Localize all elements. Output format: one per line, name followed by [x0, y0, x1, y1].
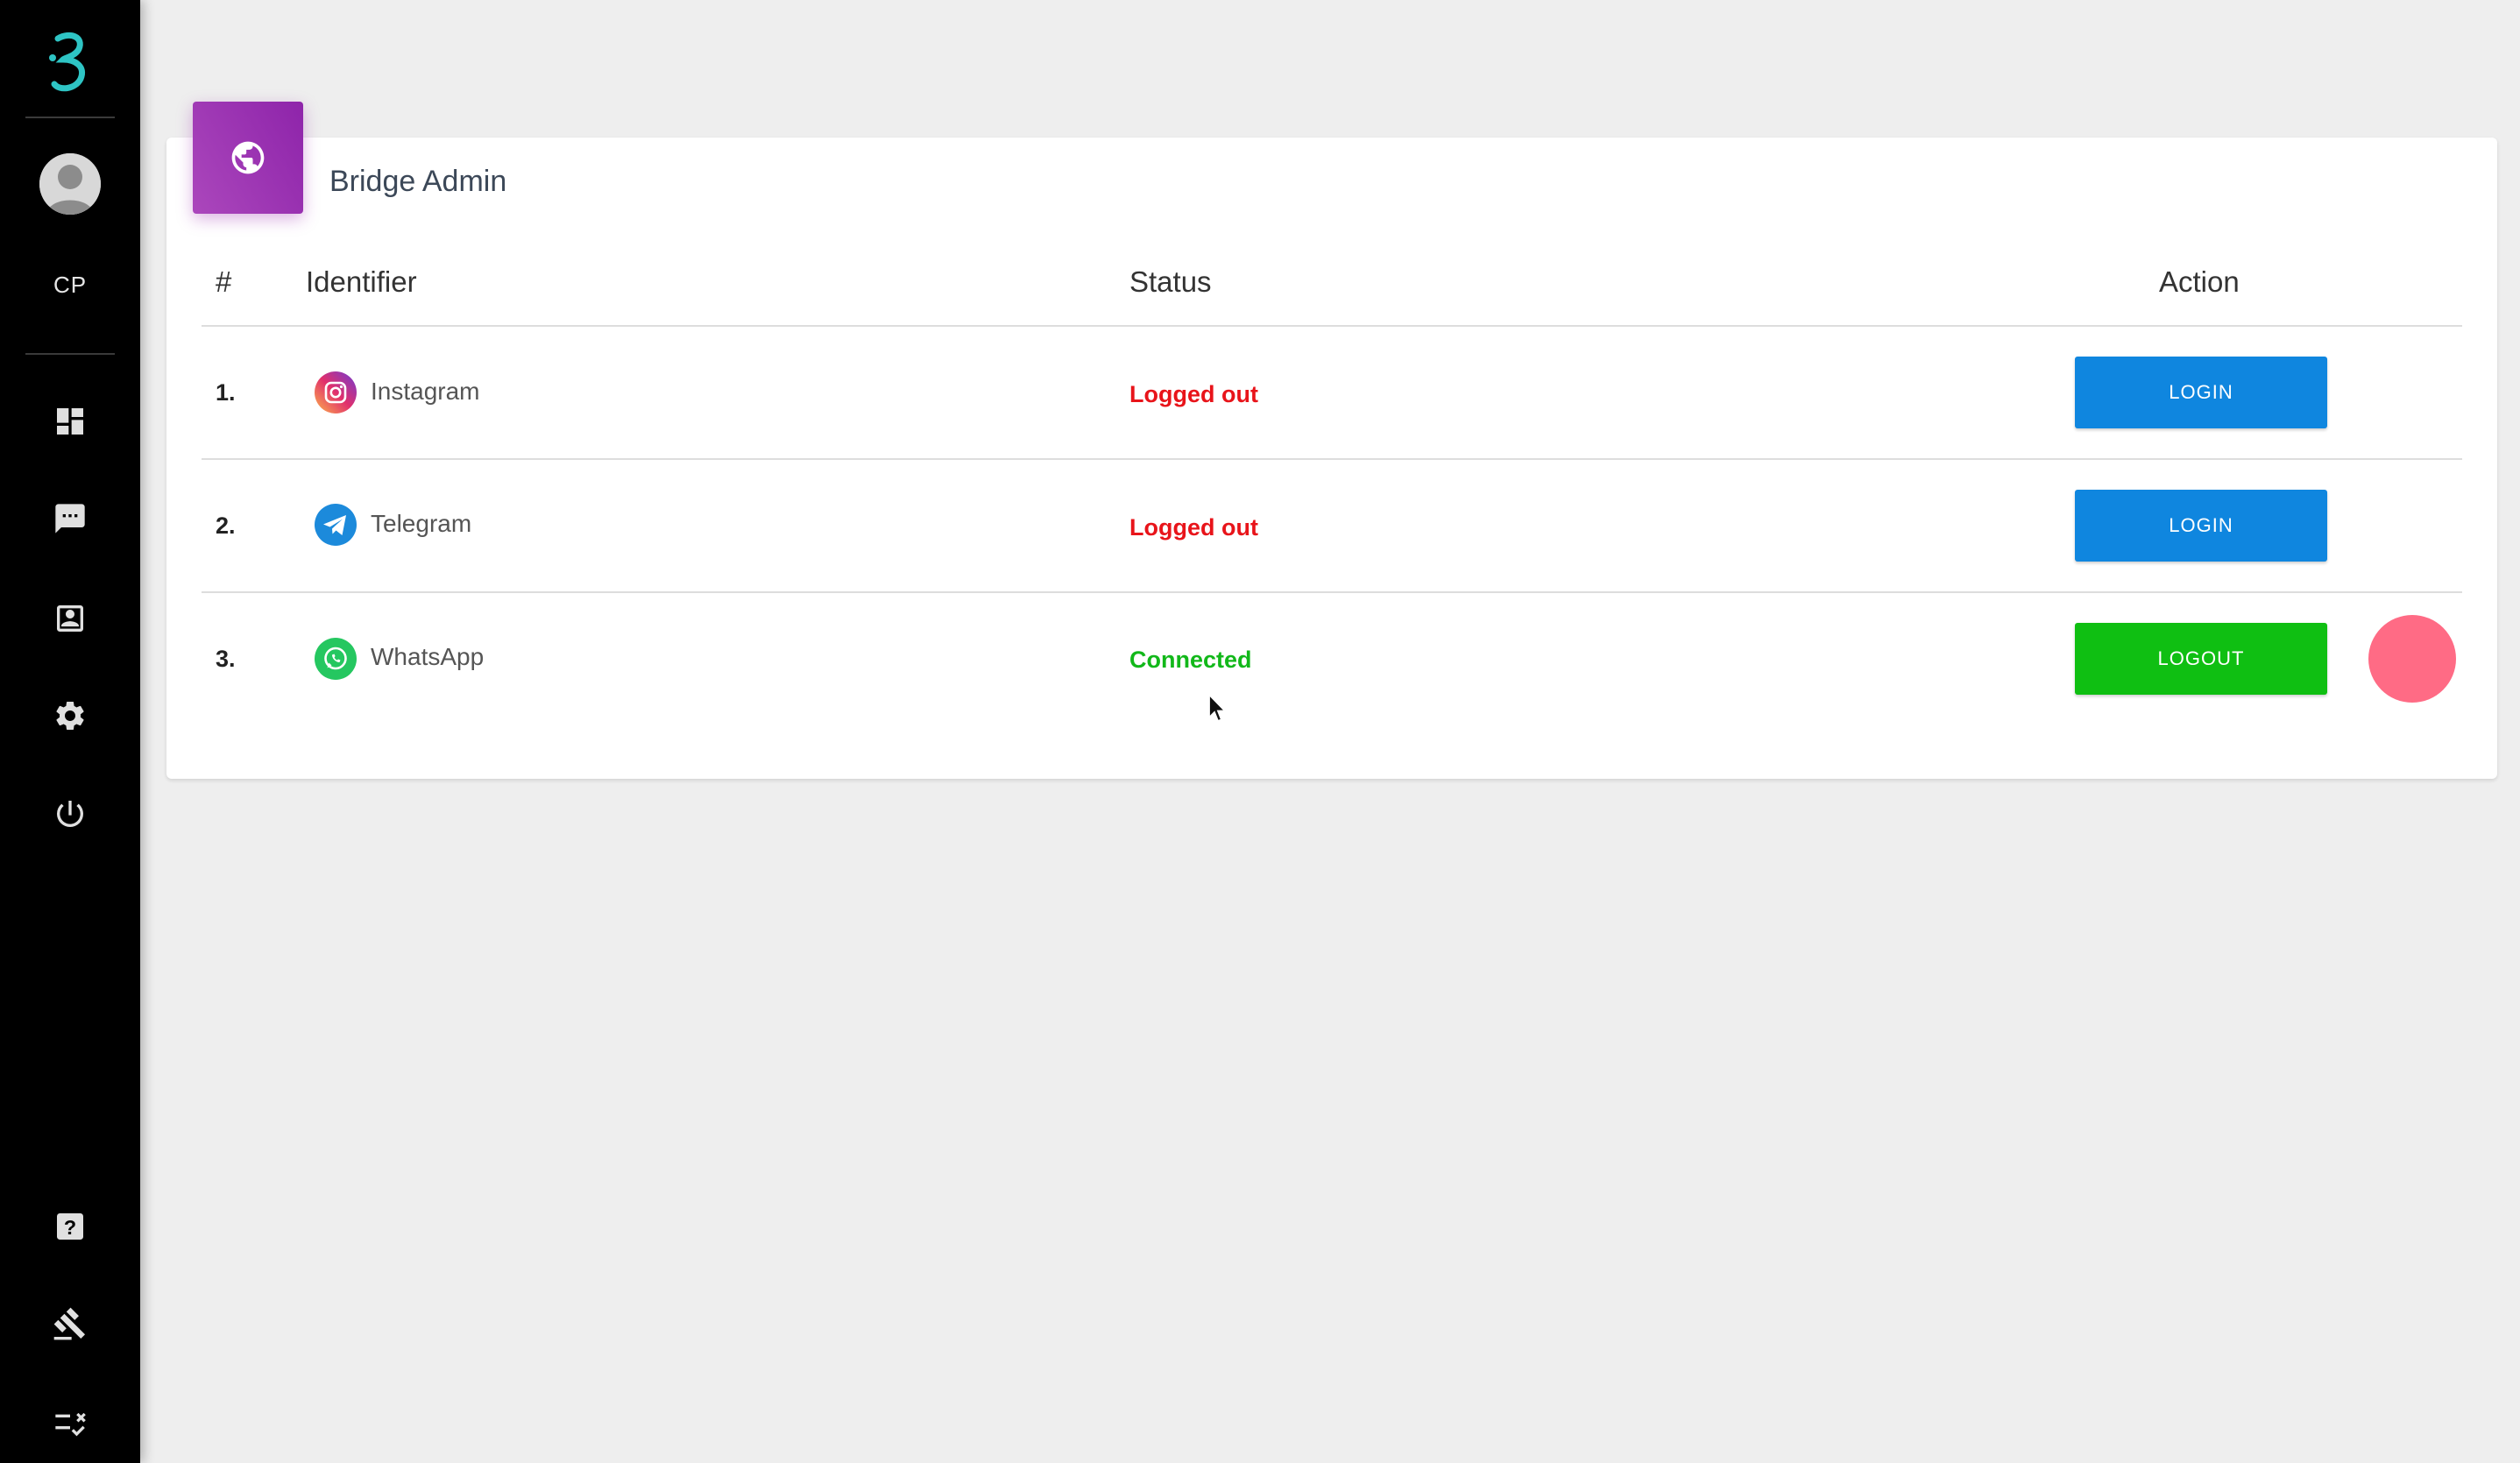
login-button[interactable]: LOGIN [2075, 490, 2327, 562]
sidebar-divider [25, 353, 115, 355]
help-icon[interactable]: ? [53, 1209, 88, 1244]
service-name: WhatsApp [371, 643, 485, 670]
instagram-icon [314, 371, 357, 414]
column-header-number: # [216, 265, 232, 298]
status-text: Connected [1129, 647, 1252, 673]
dashboard-icon[interactable] [53, 404, 88, 439]
row-divider [202, 458, 2462, 460]
service-name: Instagram [371, 378, 480, 405]
row-number: 3. [216, 646, 236, 672]
mouse-cursor-icon [1207, 692, 1228, 724]
sidebar-divider [25, 117, 115, 118]
user-initials[interactable]: CP [0, 272, 140, 299]
svg-text:?: ? [64, 1216, 76, 1239]
whatsapp-icon [314, 637, 357, 681]
chat-icon[interactable] [53, 501, 88, 536]
column-header-status: Status [1129, 265, 1212, 298]
avatar[interactable] [39, 153, 101, 215]
column-header-identifier: Identifier [306, 265, 417, 298]
contacts-icon[interactable] [53, 601, 88, 636]
column-header-action: Action [2159, 265, 2240, 298]
settings-icon[interactable] [53, 698, 88, 733]
power-icon[interactable] [53, 796, 88, 831]
logout-button[interactable]: LOGOUT [2075, 623, 2327, 695]
row-number: 1. [216, 379, 236, 406]
globe-icon [231, 141, 265, 174]
status-text: Logged out [1129, 514, 1258, 541]
brand-logo-icon[interactable] [44, 26, 93, 96]
page-title: Bridge Admin [329, 165, 507, 198]
checklist-icon[interactable] [53, 1404, 88, 1439]
status-text: Logged out [1129, 381, 1258, 407]
gavel-icon[interactable] [53, 1306, 88, 1341]
telegram-icon [314, 503, 357, 547]
row-number: 2. [216, 512, 236, 539]
row-divider [202, 591, 2462, 593]
login-button[interactable]: LOGIN [2075, 357, 2327, 428]
sidebar: CP ? [0, 0, 140, 1463]
status-indicator-dot [2368, 615, 2456, 703]
service-name: Telegram [371, 510, 472, 537]
table-header-divider [202, 325, 2462, 327]
card-header-badge [193, 102, 303, 214]
